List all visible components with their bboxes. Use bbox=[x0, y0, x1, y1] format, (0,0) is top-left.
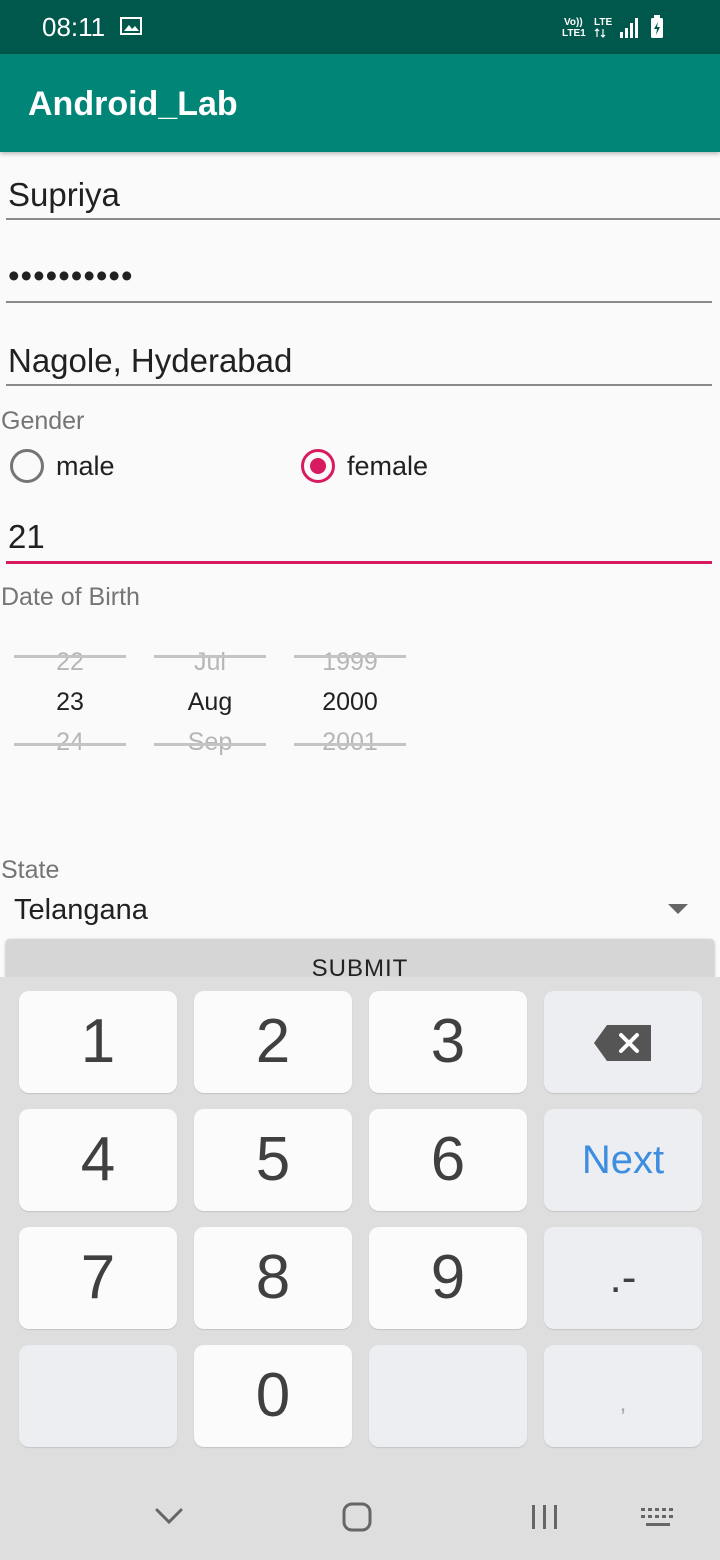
key-6[interactable]: 6 bbox=[369, 1109, 527, 1211]
next-key[interactable]: Next bbox=[544, 1109, 702, 1211]
volte-icon: Vo)) LTE1 bbox=[562, 17, 586, 39]
day-picker[interactable]: 22 23 24 bbox=[14, 645, 126, 760]
comma-key[interactable]: , bbox=[544, 1345, 702, 1447]
status-indicators: Vo)) LTE1 LTE bbox=[562, 15, 663, 39]
backspace-icon bbox=[594, 1025, 651, 1061]
app-bar: Android_Lab bbox=[0, 54, 720, 152]
key-2[interactable]: 2 bbox=[194, 991, 352, 1093]
app-title: Android_Lab bbox=[28, 85, 238, 123]
male-radio[interactable] bbox=[10, 449, 44, 483]
key-7[interactable]: 7 bbox=[19, 1227, 177, 1329]
state-label: State bbox=[1, 856, 60, 884]
keyboard-switch-icon[interactable] bbox=[640, 1506, 678, 1530]
female-radio-label[interactable]: female bbox=[347, 450, 428, 482]
age-field[interactable]: 21 bbox=[8, 517, 45, 557]
dot-dash-key[interactable]: .- bbox=[544, 1227, 702, 1329]
gender-label: Gender bbox=[1, 407, 85, 435]
navigation-bar bbox=[0, 1470, 720, 1560]
month-next[interactable]: Sep bbox=[154, 727, 266, 757]
year-next[interactable]: 2001 bbox=[294, 727, 406, 757]
month-divider-bottom bbox=[154, 743, 266, 746]
svg-text:LTE: LTE bbox=[594, 17, 612, 28]
dropdown-arrow-icon[interactable] bbox=[668, 904, 688, 914]
status-bar: 08:11 Vo)) LTE1 LTE bbox=[0, 0, 720, 54]
signal-icon bbox=[620, 18, 638, 38]
key-8[interactable]: 8 bbox=[194, 1227, 352, 1329]
month-picker[interactable]: Jul Aug Sep bbox=[154, 645, 266, 760]
year-selected[interactable]: 2000 bbox=[294, 687, 406, 717]
key-9[interactable]: 9 bbox=[369, 1227, 527, 1329]
home-icon[interactable] bbox=[341, 1502, 373, 1532]
address-field-underline bbox=[6, 384, 712, 386]
year-prev[interactable]: 1999 bbox=[294, 647, 406, 677]
key-1[interactable]: 1 bbox=[19, 991, 177, 1093]
hide-keyboard-chevron-icon[interactable] bbox=[154, 1506, 184, 1526]
svg-text:LTE1: LTE1 bbox=[562, 28, 586, 39]
female-radio[interactable] bbox=[301, 449, 335, 483]
state-spinner[interactable]: Telangana bbox=[14, 893, 148, 927]
name-field-underline bbox=[6, 218, 720, 220]
day-selected[interactable]: 23 bbox=[14, 687, 126, 717]
key-0[interactable]: 0 bbox=[194, 1345, 352, 1447]
battery-icon bbox=[651, 15, 663, 38]
svg-text:Vo)): Vo)) bbox=[564, 17, 583, 28]
month-prev[interactable]: Jul bbox=[154, 647, 266, 677]
male-radio-label[interactable]: male bbox=[56, 450, 115, 482]
empty-key-right bbox=[369, 1345, 527, 1447]
day-divider-top bbox=[14, 655, 126, 658]
key-4[interactable]: 4 bbox=[19, 1109, 177, 1211]
recent-apps-icon[interactable] bbox=[529, 1503, 561, 1531]
key-3[interactable]: 3 bbox=[369, 991, 527, 1093]
password-field[interactable]: •••••••••• bbox=[8, 256, 134, 296]
backspace-key[interactable] bbox=[544, 991, 702, 1093]
month-divider-top bbox=[154, 655, 266, 658]
age-field-underline bbox=[6, 561, 712, 564]
year-picker[interactable]: 1999 2000 2001 bbox=[294, 645, 406, 760]
status-time: 08:11 bbox=[42, 12, 106, 42]
year-divider-bottom bbox=[294, 743, 406, 746]
password-field-underline bbox=[6, 301, 712, 303]
dob-label: Date of Birth bbox=[1, 583, 140, 611]
name-field[interactable]: Supriya bbox=[8, 175, 120, 215]
address-field[interactable]: Nagole, Hyderabad bbox=[8, 341, 292, 381]
key-5[interactable]: 5 bbox=[194, 1109, 352, 1211]
year-divider-top bbox=[294, 655, 406, 658]
month-selected[interactable]: Aug bbox=[154, 687, 266, 717]
empty-key-left bbox=[19, 1345, 177, 1447]
day-divider-bottom bbox=[14, 743, 126, 746]
day-prev[interactable]: 22 bbox=[14, 647, 126, 677]
day-next[interactable]: 24 bbox=[14, 727, 126, 757]
image-icon bbox=[120, 17, 142, 35]
lte-icon: LTE bbox=[594, 17, 612, 38]
